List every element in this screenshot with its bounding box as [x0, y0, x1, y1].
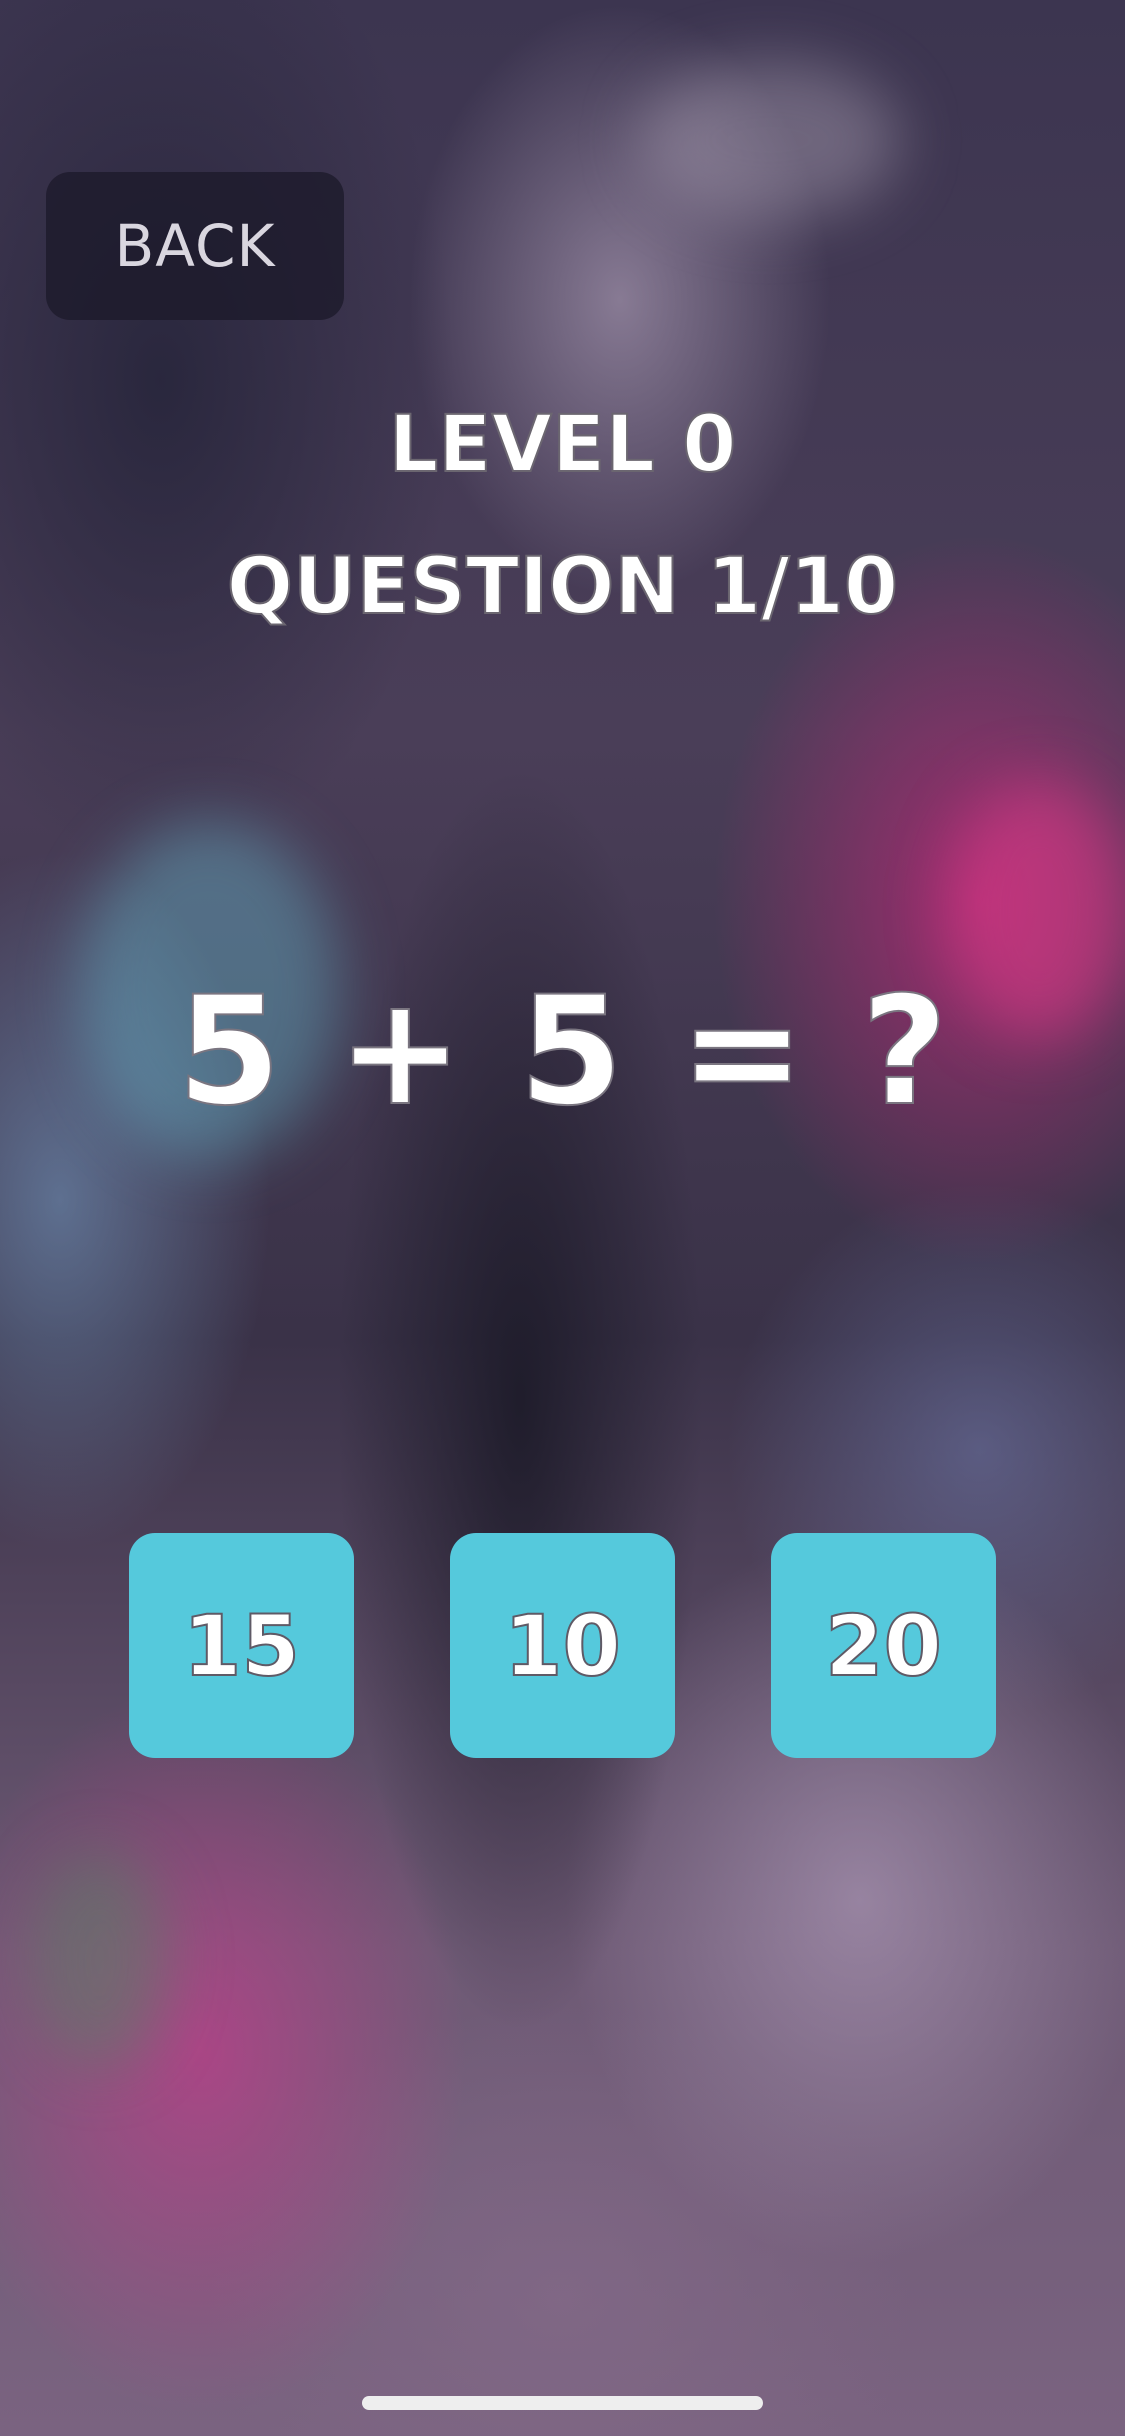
equation-operator: + [336, 964, 464, 1140]
home-indicator[interactable] [362, 2396, 763, 2410]
answer-button-2[interactable]: 10 [450, 1533, 675, 1758]
math-equation: 5 + 5 = ? [0, 964, 1125, 1140]
question-counter: QUESTION 1/10 [226, 541, 899, 633]
answer-button-3[interactable]: 20 [771, 1533, 996, 1758]
blurred-background [0, 0, 1125, 2436]
equation-right-operand: 5 [518, 964, 624, 1140]
equation-unknown: ? [860, 964, 949, 1140]
equation-equals: = [678, 964, 806, 1140]
level-title: LEVEL 0 [388, 399, 738, 491]
background-streak [640, 60, 900, 220]
answer-button-1[interactable]: 15 [129, 1533, 354, 1758]
equation-left-operand: 5 [176, 964, 282, 1140]
answer-options: 15 10 20 [129, 1533, 996, 1758]
background-streak [30, 1850, 170, 2070]
back-button[interactable]: BACK [46, 172, 344, 320]
